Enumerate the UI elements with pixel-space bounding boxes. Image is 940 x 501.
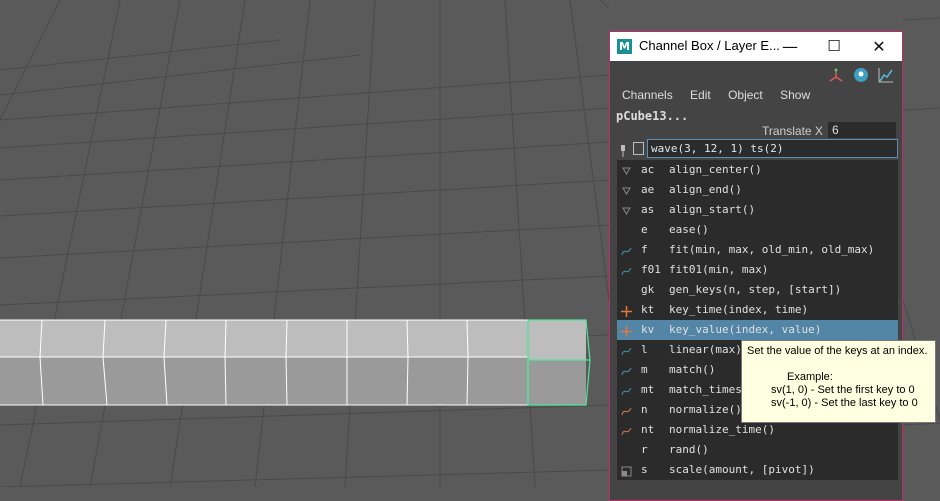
completion-signature: gen_keys(n, step, [start]) [669,283,842,296]
tooltip-example-last: sv(-1, 0) - Set the last key to 0 [771,397,918,409]
fit-icon [621,244,632,256]
attribute-value-field[interactable]: 6 [828,122,896,138]
completion-signature: fit01(min, max) [669,263,769,276]
completion-signature: ease() [669,223,709,236]
completion-signature: rand() [669,443,709,456]
completion-signature: match() [669,363,716,376]
maximize-button[interactable]: ☐ [814,32,854,61]
completion-signature: linear(max) [669,343,742,356]
completion-signature: scale(amount, [pivot]) [669,463,815,476]
expression-input[interactable]: wave(3, 12, 1) ts(2) [647,139,898,158]
align-start-icon [621,204,632,215]
window-title: Channel Box / Layer E... [639,38,780,53]
completion-signature: normalize() [669,403,742,416]
completion-abbr: mt [641,383,655,396]
attribute-label[interactable]: Translate X [762,124,823,138]
completion-signature: key_value(index, value) [669,323,822,336]
globe-icon[interactable] [853,67,869,83]
maya-logo-icon: M [617,39,632,54]
completion-abbr: f01 [641,263,661,276]
cube-row [0,319,591,406]
object-name[interactable]: pCube13... [616,109,688,123]
close-button[interactable]: ✕ [859,32,899,61]
menu-edit[interactable]: Edit [690,88,711,102]
menu-bar: Channels Edit Object Show [622,88,824,102]
completion-signature: align_center() [669,163,762,176]
completion-item[interactable]: f fit(min, max, old_min, old_max) [617,240,898,260]
completion-item[interactable]: ae align_end() [617,180,898,200]
axes-icon[interactable] [828,67,844,83]
align-end-icon [621,184,632,195]
fit01-icon [621,264,632,276]
normalize-icon [621,404,632,416]
completion-abbr: r [641,443,648,456]
completion-signature: align_end() [669,183,742,196]
tooltip-example-label: Example: [787,371,833,383]
completion-abbr: as [641,203,655,216]
completion-item[interactable]: kv key_value(index, value) [617,320,898,340]
completion-signature: normalize_time() [669,423,775,436]
key-time-icon [621,304,632,317]
completion-signature: fit(min, max, old_min, old_max) [669,243,875,256]
tooltip-example-first: sv(1, 0) - Set the first key to 0 [771,384,915,396]
completion-abbr: nt [641,423,655,436]
normalize-time-icon [621,424,632,436]
completion-abbr: e [641,223,648,236]
linear-icon [621,344,632,356]
completion-abbr: kv [641,323,655,336]
completion-abbr: s [641,463,648,476]
completion-abbr: gk [641,283,655,296]
completion-signature: match_times [669,383,742,396]
completion-item[interactable]: ac align_center() [617,160,898,180]
completion-item[interactable]: s scale(amount, [pivot]) [617,460,898,480]
scale-icon [621,464,632,477]
align-center-icon [621,164,632,175]
completion-abbr: ae [641,183,655,196]
completion-abbr: n [641,403,648,416]
menu-channels[interactable]: Channels [622,88,673,102]
completion-signature: align_start() [669,203,756,216]
match-icon [621,364,632,376]
toolbar-icons [824,67,894,83]
pin-icon[interactable] [619,143,627,157]
completion-item[interactable]: gk gen_keys(n, step, [start]) [617,280,898,300]
completion-abbr: kt [641,303,655,316]
title-bar[interactable]: M Channel Box / Layer E... — ☐ ✕ [610,32,902,61]
menu-object[interactable]: Object [728,88,763,102]
completion-item[interactable]: r rand() [617,440,898,460]
tooltip-description: Set the value of the keys at an index. [747,345,928,357]
menu-show[interactable]: Show [780,88,810,102]
completion-item[interactable]: kt key_time(index, time) [617,300,898,320]
completion-abbr: f [641,243,648,256]
key-value-icon [621,324,632,337]
completion-abbr: m [641,363,648,376]
minimize-button[interactable]: — [770,32,810,61]
selected-cube[interactable] [527,319,591,406]
completion-signature: key_time(index, time) [669,303,809,316]
completion-abbr: ac [641,163,655,176]
tooltip: Set the value of the keys at an index. E… [741,340,936,423]
completion-item[interactable]: as align_start() [617,200,898,220]
match-times-icon [621,384,632,396]
expression-editor-icon[interactable] [633,142,644,155]
completion-list[interactable]: ac align_center()ae align_end()as align_sta… [617,160,898,480]
completion-item[interactable]: e ease() [617,220,898,240]
graph-icon[interactable] [878,67,894,83]
completion-item[interactable]: nt normalize_time() [617,420,898,440]
channel-box-window[interactable]: M Channel Box / Layer E... — ☐ ✕ Channel… [609,31,903,501]
completion-abbr: l [641,343,648,356]
completion-item[interactable]: f01 fit01(min, max) [617,260,898,280]
